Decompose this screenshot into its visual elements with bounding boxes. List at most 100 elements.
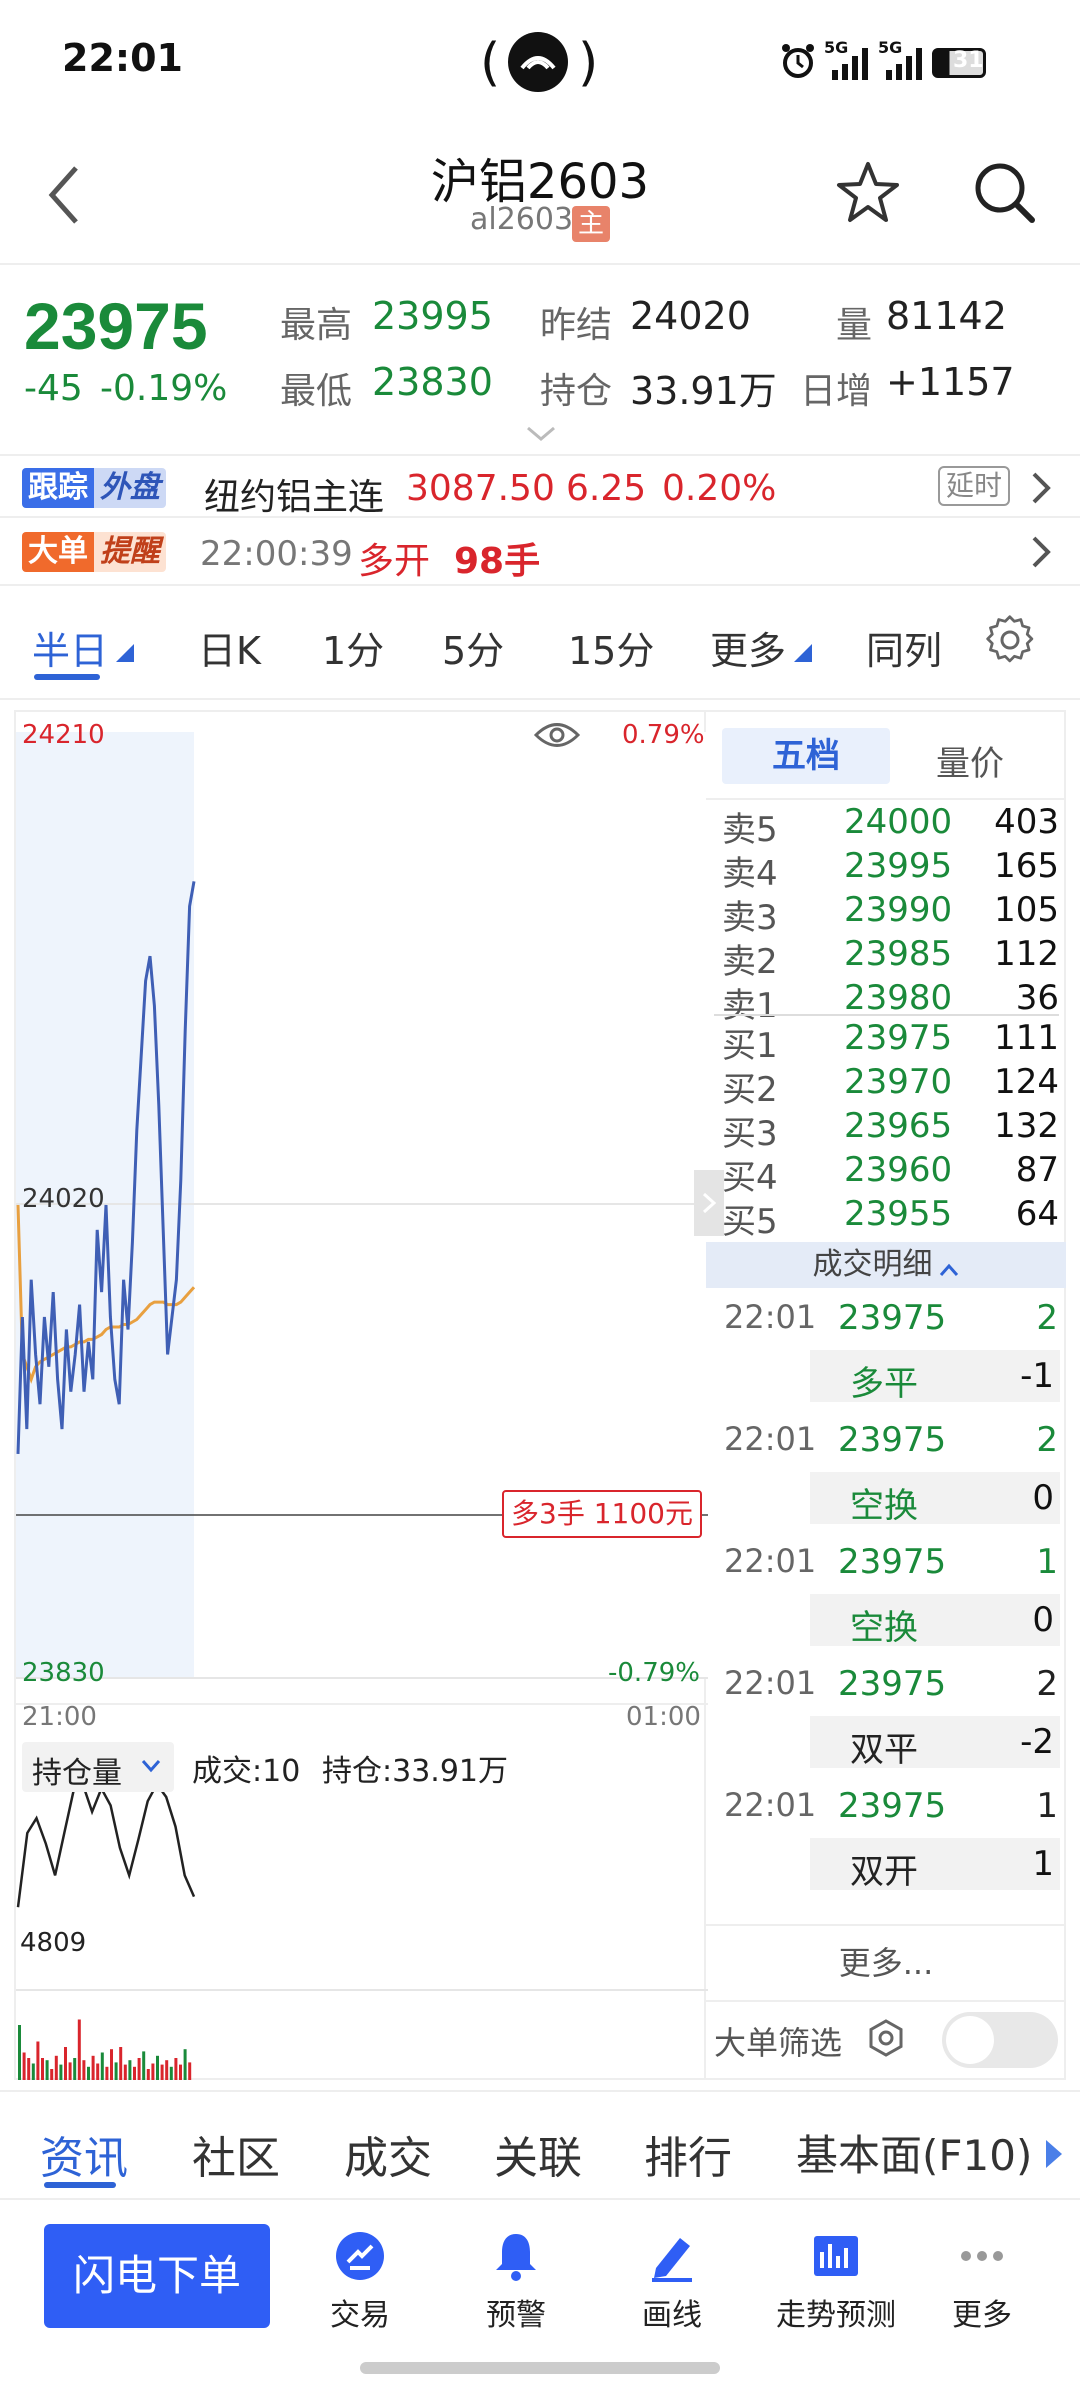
trade-kind: 空换 (850, 1486, 918, 1526)
trade-volume: 2 (1036, 1298, 1058, 1338)
big-order-filter-label: 大单筛选 (714, 2024, 843, 2062)
bids-level-price: 23960 (844, 1150, 953, 1190)
asks-level-row[interactable]: 卖3 23990 105 (714, 890, 1059, 938)
open-interest-label: 持仓 (540, 371, 613, 412)
chevron-right-icon[interactable] (1026, 468, 1056, 508)
volume-bar (96, 2063, 100, 2080)
daily-increase-label: 日增 (800, 371, 873, 412)
scroll-right-triangle-icon[interactable] (1044, 2138, 1064, 2170)
bids-level-volume: 132 (994, 1106, 1059, 1146)
x-axis-end-label: 01:00 (626, 1702, 701, 1732)
bids-level-row[interactable]: 买4 23960 87 (714, 1150, 1059, 1198)
volume-bar (133, 2066, 136, 2080)
toggle-knob (946, 2016, 994, 2064)
status-time: 22:01 (62, 36, 183, 80)
trade-button[interactable]: 交易 (290, 2228, 430, 2334)
tab-community[interactable]: 社区 (192, 2122, 280, 2186)
last-price: 23975 (24, 289, 208, 363)
tab-volume-price[interactable]: 量价 (936, 736, 1004, 785)
svg-text:): ) (578, 33, 598, 93)
active-tab-indicator (44, 2182, 116, 2188)
asks-level-row[interactable]: 卖5 24000 403 (714, 802, 1059, 850)
expand-chevron-icon[interactable] (524, 424, 558, 444)
asks-level-row[interactable]: 卖4 23995 165 (714, 846, 1059, 894)
track-external-tag: 跟踪 外盘 (22, 468, 166, 508)
tab-five-levels[interactable]: 五档 (722, 728, 890, 784)
home-indicator[interactable] (360, 2362, 720, 2374)
battery-icon: 31 (932, 48, 986, 78)
more-label: 更多 (952, 2298, 1012, 2333)
draw-line-button[interactable]: 画线 (602, 2228, 742, 2334)
trade-time: 22:01 (724, 1542, 817, 1580)
star-icon[interactable] (835, 160, 901, 226)
price-change: -45 (24, 368, 83, 409)
volume-bar (123, 2064, 127, 2080)
tab-related[interactable]: 关联 (494, 2122, 582, 2186)
trend-forecast-button[interactable]: 走势预测 (756, 2228, 916, 2334)
tab-fundamentals[interactable]: 基本面(F10) (796, 2122, 1032, 2183)
chevron-right-icon[interactable] (1026, 532, 1056, 572)
status-icons: 5G 5G 31 (780, 38, 1020, 84)
volume-bar (27, 2058, 31, 2080)
search-icon[interactable] (972, 160, 1038, 226)
more-dots-icon (961, 2251, 1003, 2261)
flash-order-button[interactable]: 闪电下单 (44, 2224, 270, 2328)
tab-ranking[interactable]: 排行 (644, 2122, 732, 2186)
status-bar: 22:01 ( ) 5G 5G 31 (0, 0, 1080, 120)
tab-news[interactable]: 资讯 (40, 2122, 128, 2186)
asks-level-label: 卖2 (722, 942, 778, 982)
big-order-alert-row[interactable]: 大单 提醒 22:00:39 多开 98手 (0, 520, 1080, 586)
trade-detail-header[interactable]: 成交明细 (706, 1242, 1066, 1288)
bids-level-price: 23965 (844, 1106, 953, 1146)
more-trades-link[interactable]: 更多... (706, 1938, 1066, 1984)
tab-trades[interactable]: 成交 (344, 2122, 432, 2186)
indicator-selector[interactable]: 持仓量 (22, 1742, 174, 1792)
volume-bar (128, 2060, 132, 2080)
bids-level-row[interactable]: 买3 23965 132 (714, 1106, 1059, 1154)
external-market-row[interactable]: 跟踪 外盘 纽约铝主连 3087.50 6.25 0.20% 延时 (0, 454, 1080, 518)
big-order-marker[interactable]: 多3手 1100元 (502, 1490, 702, 1538)
volume-bars (18, 2019, 192, 2080)
bids-level-price: 23955 (844, 1194, 953, 1234)
tab-more[interactable]: 更多 (710, 620, 786, 675)
tab-half-day[interactable]: 半日 (32, 620, 108, 675)
bids-level-row[interactable]: 买1 23975 111 (714, 1018, 1059, 1066)
trade-time: 22:01 (724, 1664, 817, 1702)
y-axis-mid-label: 24020 (22, 1184, 105, 1214)
tab-1min[interactable]: 1分 (322, 620, 384, 675)
pct-bottom-label: -0.79% (608, 1658, 700, 1688)
oi-panel-oi: 持仓:33.91万 (322, 1754, 508, 1789)
trade-record: 22:01 23975 2 空换 0 (706, 1414, 1066, 1536)
more-button[interactable]: 更多 (912, 2228, 1052, 2334)
trade-kind-box: 空换 0 (810, 1472, 1060, 1526)
settings-gear-icon[interactable] (984, 614, 1036, 666)
quote-summary: 23975 -45 -0.19% 最高 23995 最低 23830 昨结 24… (0, 268, 1080, 453)
tab-same-column[interactable]: 同列 (866, 620, 942, 675)
big-order-filter-toggle[interactable] (942, 2012, 1058, 2068)
volume-bar (82, 2060, 86, 2080)
bids-level-label: 买1 (722, 1026, 778, 1066)
tab-5min[interactable]: 5分 (442, 620, 504, 675)
bids-level-row[interactable]: 买5 23955 64 (714, 1194, 1059, 1242)
alert-button[interactable]: 预警 (446, 2228, 586, 2334)
intraday-chart-panel[interactable]: 24210 0.79% 24020 23830 -0.79% 21:00 01:… (14, 710, 724, 2082)
volume-label: 量 (836, 305, 873, 346)
oi-panel-volume: 成交:10 (192, 1754, 301, 1789)
tab-15min[interactable]: 15分 (568, 620, 654, 675)
trade-detail-title: 成交明细 (812, 1247, 933, 1282)
dropdown-triangle-icon (794, 644, 812, 662)
volume-bar (151, 2063, 155, 2080)
x-axis-start-label: 21:00 (22, 1702, 97, 1732)
y-axis-bottom-label: 23830 (22, 1658, 105, 1688)
filter-settings-icon[interactable] (866, 2018, 906, 2058)
tab-daily-k[interactable]: 日K (198, 620, 261, 675)
trade-record: 22:01 23975 1 双开 1 (706, 1780, 1066, 1902)
eye-icon[interactable] (534, 720, 580, 750)
daily-increase-value: +1157 (886, 360, 1015, 404)
prev-settle-value: 24020 (630, 294, 751, 338)
intraday-chart[interactable] (16, 712, 708, 2082)
tag-external: 外盘 (94, 468, 166, 508)
bids-level-row[interactable]: 买2 23970 124 (714, 1062, 1059, 1110)
asks-level-row[interactable]: 卖2 23985 112 (714, 934, 1059, 982)
trade-volume: 2 (1036, 1420, 1058, 1460)
